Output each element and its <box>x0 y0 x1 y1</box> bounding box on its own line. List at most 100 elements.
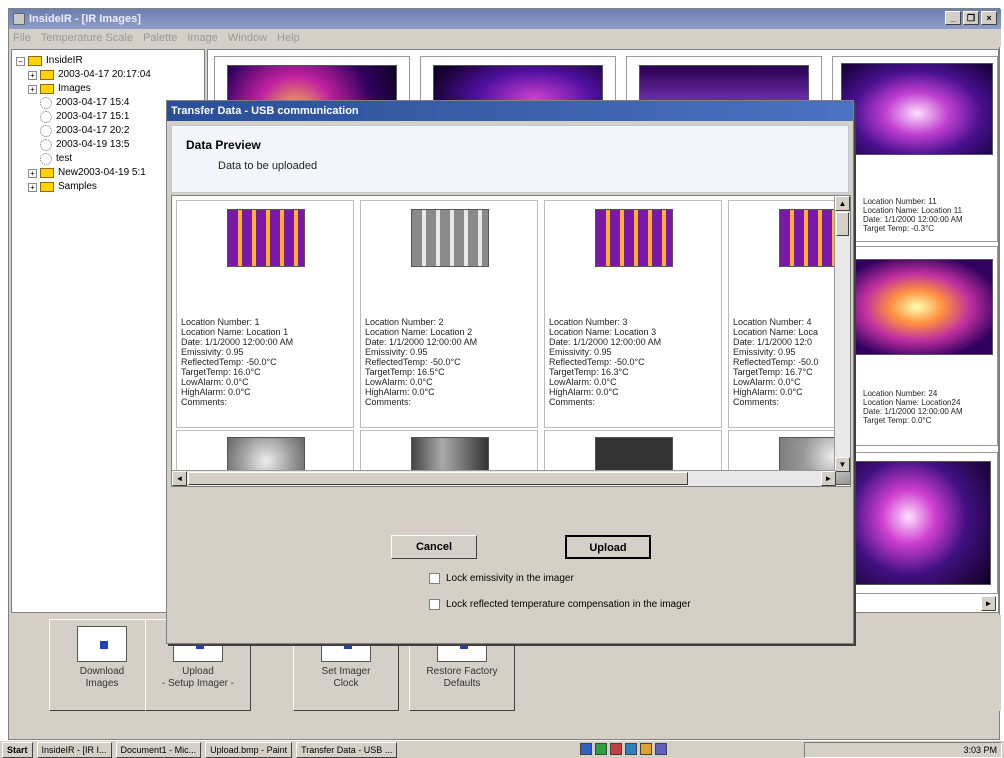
quicklaunch-icon[interactable] <box>610 743 622 755</box>
thermal-thumbnail <box>841 461 991 585</box>
card-detail-line: Comments: <box>549 397 596 407</box>
card-detail-line: Location Number: 3 <box>549 317 628 327</box>
expand-icon[interactable]: + <box>28 70 37 80</box>
caption-line: Target Temp: 0.0°C <box>863 416 932 425</box>
scroll-thumb[interactable] <box>188 472 688 485</box>
taskbar-task[interactable]: Document1 - Mic... <box>115 741 202 758</box>
caption-line: Location Number: 11 <box>863 197 937 206</box>
restore-button[interactable]: ❐ <box>963 11 979 25</box>
tree-node[interactable]: +2003-04-17 20:17:04 <box>16 68 200 82</box>
preview-card[interactable]: Location Number: 2 Location Name: Locatio… <box>360 200 538 428</box>
menu-temperature-scale[interactable]: Temperature Scale <box>41 32 133 44</box>
window-title: InsideIR - [IR Images] <box>29 13 141 25</box>
minimize-button[interactable]: _ <box>945 11 961 25</box>
card-detail-line: Location Name: Location 3 <box>549 327 657 337</box>
collapse-icon[interactable]: − <box>16 56 25 66</box>
tree-node[interactable]: + Images <box>16 82 200 96</box>
caption-line: Location Name: Location 11 <box>863 206 963 215</box>
checkbox-box[interactable] <box>429 573 440 584</box>
preview-card[interactable]: Location Number: 3 Location Name: Locatio… <box>544 200 722 428</box>
card-detail-line: LowAlarm: 0.0°C <box>733 377 801 387</box>
card-detail-line: Comments: <box>181 397 228 407</box>
menu-image[interactable]: Image <box>187 32 218 44</box>
tree-label: Samples <box>58 181 97 192</box>
card-detail-line: LowAlarm: 0.0°C <box>549 377 617 387</box>
vertical-scrollbar[interactable]: ▲ ▼ <box>834 196 850 472</box>
card-detail-line: HighAlarm: 0.0°C <box>549 387 619 397</box>
card-details: Location Number: 2 Location Name: Locatio… <box>365 317 477 407</box>
caption-line: Location Name: Location24 <box>863 398 961 407</box>
tree-root[interactable]: − InsideIR <box>16 54 200 68</box>
menu-bar: File Temperature Scale Palette Image Win… <box>9 29 1001 47</box>
image-icon <box>40 97 52 109</box>
menu-help[interactable]: Help <box>277 32 300 44</box>
card-detail-line: TargetTemp: 16.3°C <box>549 367 629 377</box>
card-details: Location Number: 1 Location Name: Locatio… <box>181 317 293 407</box>
tree-label: 2003-04-17 20:2 <box>56 125 130 136</box>
card-details: Location Number: 3 Location Name: Locatio… <box>549 317 661 407</box>
menu-file[interactable]: File <box>13 32 31 44</box>
quicklaunch-icon[interactable] <box>625 743 637 755</box>
close-button[interactable]: × <box>981 11 997 25</box>
card-detail-line: Emissivity: 0.95 <box>733 347 796 357</box>
thermal-thumbnail <box>595 209 673 267</box>
thermal-thumbnail <box>841 63 993 155</box>
taskbar-task[interactable]: Upload.bmp - Paint <box>205 741 293 758</box>
expand-icon[interactable]: + <box>28 182 37 192</box>
lock-emissivity-checkbox[interactable]: Lock emissivity in the imager <box>429 573 574 584</box>
caption-line: Location Number: 24 <box>863 389 938 398</box>
data-preview-pane[interactable]: Location Number: 1 Location Name: Locatio… <box>171 195 851 487</box>
folder-icon <box>40 168 54 178</box>
tree-label: 2003-04-17 20:17:04 <box>58 69 151 80</box>
menu-window[interactable]: Window <box>228 32 267 44</box>
menu-palette[interactable]: Palette <box>143 32 177 44</box>
upload-button[interactable]: Upload <box>565 535 651 559</box>
gallery-tile[interactable]: Location Number: 24 Location Name: Locat… <box>832 246 998 446</box>
scroll-right-icon[interactable]: ► <box>981 596 996 611</box>
button-label: Set Imager <box>321 666 371 677</box>
download-images-button[interactable]: Download Images <box>49 619 155 711</box>
start-button[interactable]: Start <box>2 741 33 758</box>
expand-icon[interactable]: + <box>28 84 37 94</box>
card-detail-line: Emissivity: 0.95 <box>549 347 612 357</box>
preview-card[interactable]: Location Number: 4 Location Name: Loca Dat… <box>728 200 850 428</box>
lock-reflected-temp-checkbox[interactable]: Lock reflected temperature compensation … <box>429 599 691 610</box>
quicklaunch-icon[interactable] <box>640 743 652 755</box>
button-label: Clock <box>333 678 359 689</box>
card-detail-line: Emissivity: 0.95 <box>365 347 428 357</box>
scroll-down-icon[interactable]: ▼ <box>835 457 850 472</box>
card-detail-line: ReflectedTemp: -50.0°C <box>181 357 277 367</box>
card-detail-line: HighAlarm: 0.0°C <box>733 387 803 397</box>
quicklaunch-icon[interactable] <box>580 743 592 755</box>
scroll-up-icon[interactable]: ▲ <box>835 196 850 211</box>
folder-icon <box>40 70 54 80</box>
quick-launch <box>580 743 667 755</box>
clock: 3:03 PM <box>963 745 997 755</box>
card-detail-line: Date: 1/1/2000 12:00:00 AM <box>549 337 662 347</box>
checkbox-label: Lock reflected temperature compensation … <box>446 599 691 610</box>
checkbox-box[interactable] <box>429 599 440 610</box>
quicklaunch-icon[interactable] <box>595 743 607 755</box>
preview-card[interactable]: Location Number: 1 Location Name: Locatio… <box>176 200 354 428</box>
horizontal-scrollbar[interactable]: ◄ ► <box>172 470 836 486</box>
gallery-tile[interactable] <box>832 452 998 594</box>
button-label: Upload <box>182 666 214 677</box>
checkbox-label: Lock emissivity in the imager <box>446 573 574 584</box>
gallery-tile[interactable]: Location Number: 11 Location Name: Locat… <box>832 56 998 242</box>
quicklaunch-icon[interactable] <box>655 743 667 755</box>
expand-icon[interactable]: + <box>28 168 37 178</box>
dialog-titlebar[interactable]: Transfer Data - USB communication <box>167 101 853 121</box>
scroll-thumb[interactable] <box>836 212 849 236</box>
tree-label: Images <box>58 83 91 94</box>
card-detail-line: ReflectedTemp: -50.0°C <box>549 357 645 367</box>
card-detail-line: LowAlarm: 0.0°C <box>365 377 433 387</box>
window-titlebar[interactable]: InsideIR - [IR Images] _ ❐ × <box>9 9 1001 29</box>
taskbar-task[interactable]: InsideIR - [IR I... <box>36 741 112 758</box>
scroll-right-icon[interactable]: ► <box>821 471 836 486</box>
image-icon <box>40 111 52 123</box>
taskbar-task[interactable]: Transfer Data - USB ... <box>296 741 398 758</box>
download-icon <box>77 626 127 662</box>
scroll-left-icon[interactable]: ◄ <box>172 471 187 486</box>
card-detail-line: Date: 1/1/2000 12:00:00 AM <box>181 337 294 347</box>
cancel-button[interactable]: Cancel <box>391 535 477 559</box>
